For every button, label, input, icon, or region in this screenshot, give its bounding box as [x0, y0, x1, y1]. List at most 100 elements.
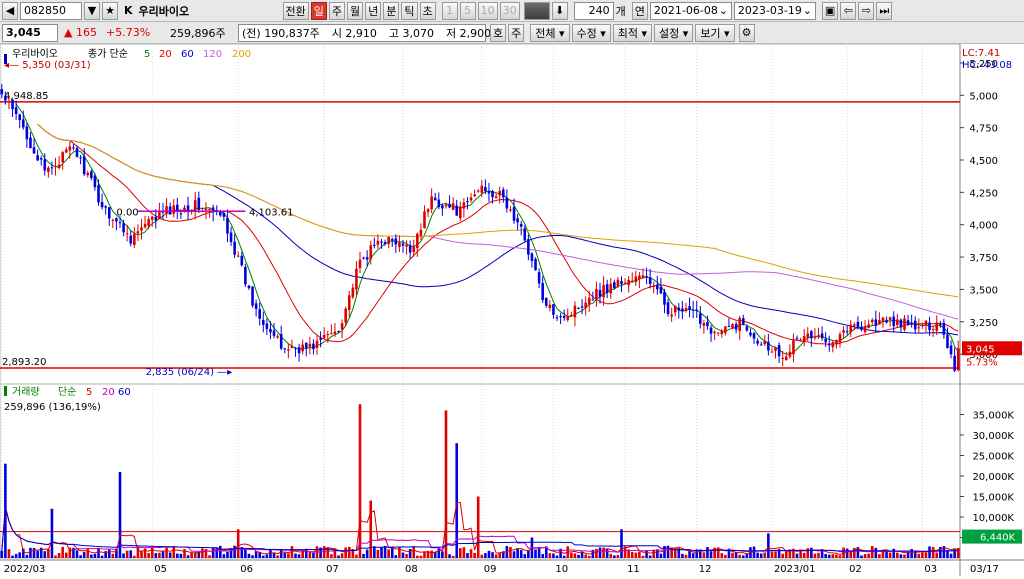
volume-bar	[555, 555, 559, 558]
count-input[interactable]: 240	[573, 1, 614, 20]
candle-body	[326, 334, 330, 336]
candle-body	[903, 318, 906, 330]
switch-button[interactable]: 전환	[282, 1, 309, 20]
volume-tick-label: 20,000K	[972, 472, 1014, 483]
candle-body	[949, 345, 953, 355]
candle-body	[595, 288, 598, 299]
candle-body	[817, 335, 820, 338]
candle-body	[684, 308, 688, 311]
candle-body	[659, 286, 663, 294]
minute-tab-30[interactable]: 30	[499, 1, 520, 20]
volume-bar	[484, 553, 487, 558]
volume-bar	[573, 553, 577, 558]
candle-body	[197, 197, 201, 210]
volume-bar	[921, 552, 924, 558]
candle-body	[390, 239, 394, 241]
candle-body	[537, 272, 541, 284]
volume-bar	[337, 555, 340, 558]
scroll-end-button[interactable]: ⏭	[876, 1, 893, 20]
down-arrow-button[interactable]: ⬇	[551, 1, 568, 20]
candle-body	[648, 277, 652, 285]
price-tick-label: 4,000	[969, 221, 998, 232]
prev-stock-button[interactable]: ◀	[2, 1, 18, 20]
period-tab-3[interactable]: 년	[365, 1, 382, 20]
candle-body	[448, 203, 451, 208]
candle-body	[573, 305, 577, 318]
candle-body	[491, 191, 494, 198]
chevron-down-icon: ⌄	[802, 4, 812, 17]
volume-bar	[97, 547, 100, 558]
volume-bar	[276, 555, 279, 558]
candle-body	[928, 322, 931, 331]
volume-bar	[863, 554, 867, 558]
menu-0[interactable]: 전체 ▾	[530, 23, 570, 42]
volume-bar	[878, 554, 881, 558]
candle-body	[587, 297, 591, 305]
minute-tab-5[interactable]: 5	[459, 1, 476, 20]
chart-svg[interactable]: 5,2505,0004,7504,5004,2504,0003,7503,500…	[0, 43, 1024, 576]
period-tab-0[interactable]: 일	[310, 1, 327, 20]
volume-bar	[211, 548, 215, 558]
candle-body	[724, 326, 727, 334]
scroll-right-button[interactable]: ⇨	[858, 1, 875, 20]
candle-body	[516, 218, 519, 223]
candle-body	[577, 307, 580, 309]
volume-bar	[312, 552, 315, 558]
candle-body	[602, 285, 605, 298]
menu-3[interactable]: 설정 ▾	[654, 23, 694, 42]
candle-body	[64, 149, 68, 153]
candle-body	[759, 344, 763, 346]
hline-top-label: 4,948.85	[4, 91, 49, 102]
end-date-input[interactable]: 2023-03-19 ⌄	[733, 1, 816, 20]
menu-2[interactable]: 최적 ▾	[612, 23, 653, 42]
candle-body	[61, 152, 64, 163]
star-icon: ★	[105, 4, 115, 17]
minute-tab-10[interactable]: 10	[477, 1, 498, 20]
x-tick-label: 08	[405, 564, 418, 575]
period-tab-1[interactable]: 주	[328, 1, 346, 20]
menu-1[interactable]: 수정 ▾	[571, 23, 611, 42]
candle-body	[369, 245, 373, 260]
menu-4[interactable]: 보기 ▾	[695, 23, 735, 42]
code-dropdown-button[interactable]: ▼	[84, 1, 100, 20]
minute-custom-button[interactable]	[523, 1, 550, 20]
volume-bar	[387, 549, 390, 558]
scroll-left-button[interactable]: ⇦	[840, 1, 857, 20]
quote-button[interactable]: 호	[490, 23, 507, 42]
start-date-input[interactable]: 2021-06-08 ⌄	[649, 1, 732, 20]
volume-bar	[645, 550, 648, 558]
candle-body	[4, 95, 7, 101]
stock-button[interactable]: 주	[508, 23, 525, 42]
volume-bar	[824, 553, 827, 558]
candle-body	[308, 343, 312, 348]
candle-body	[523, 228, 527, 241]
candle-body	[419, 229, 423, 236]
price-tick-label: 3,750	[969, 253, 998, 264]
candle-body	[677, 307, 681, 311]
volume-bar	[365, 549, 369, 558]
volume-bar	[781, 553, 784, 558]
period-tab-4[interactable]: 분	[383, 1, 400, 20]
minute-tab-1[interactable]: 1	[441, 1, 458, 20]
candle-body	[745, 326, 749, 331]
period-tab-2[interactable]: 월	[347, 1, 364, 20]
volume-bar	[61, 546, 64, 558]
period-tab-6[interactable]: 초	[419, 1, 436, 20]
volume-bar	[795, 553, 799, 558]
favorite-button[interactable]: ★	[102, 1, 118, 20]
volume-bar	[261, 555, 265, 558]
save-button[interactable]: ▣	[821, 1, 839, 20]
x-tick-label: 07	[326, 564, 339, 575]
continuous-button[interactable]: 연	[631, 1, 648, 20]
candle-body	[727, 326, 731, 328]
volume-bar	[681, 553, 684, 558]
volume-bar	[168, 552, 172, 558]
stock-code-input[interactable]: 082850	[20, 1, 82, 20]
period-tab-5[interactable]: 틱	[401, 1, 418, 20]
candle-body	[473, 194, 476, 197]
options-button[interactable]: ⚙	[738, 23, 755, 42]
chart-area[interactable]: 5,250 5,000 4,750 4,500 4,250 4,000 3,750 3,500…	[0, 43, 1024, 576]
high-price: 고 3,070	[388, 26, 435, 40]
volume-bar	[390, 547, 394, 558]
volume-bar	[111, 553, 115, 558]
